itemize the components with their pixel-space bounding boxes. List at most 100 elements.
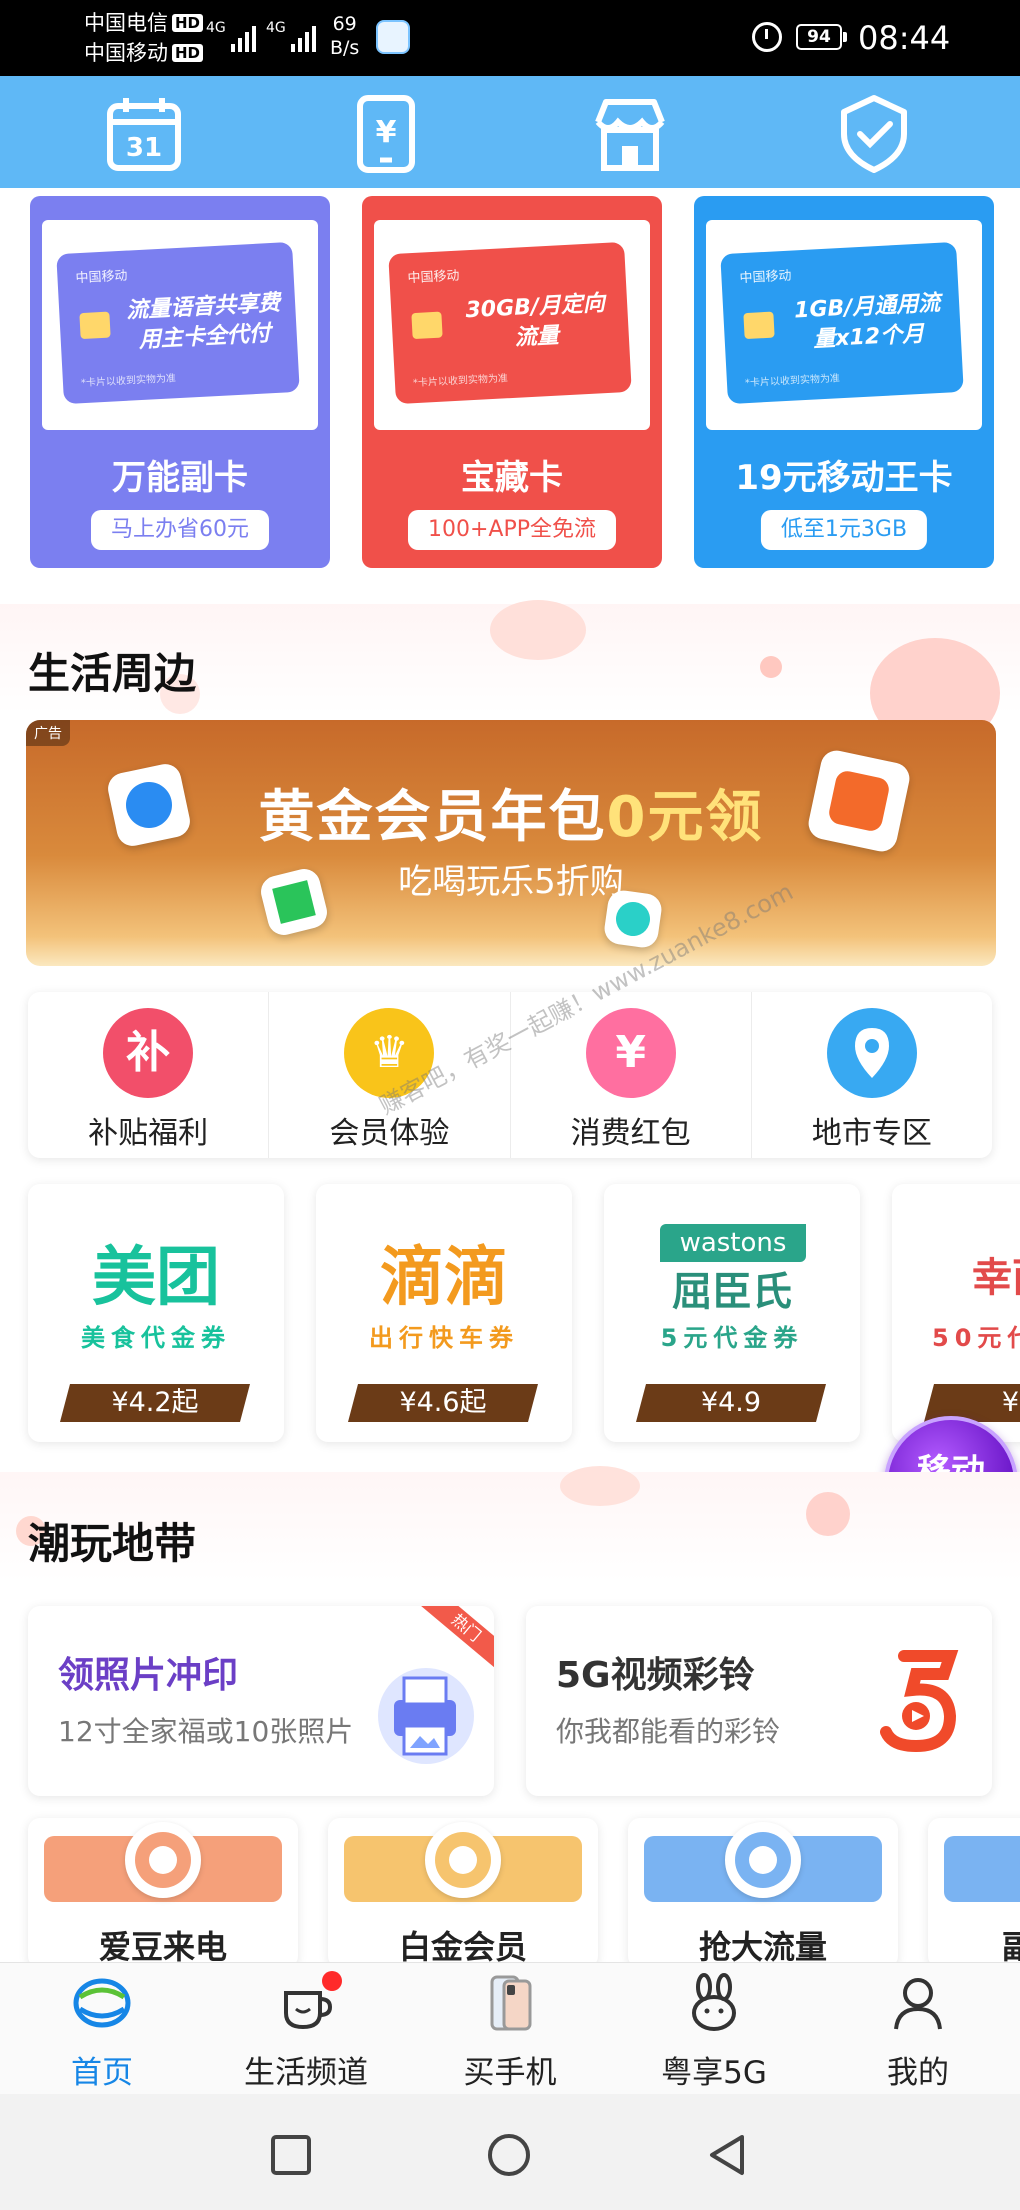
- member-tile-icon: [125, 1822, 201, 1898]
- category-label: 补贴福利: [88, 1116, 209, 1151]
- sim-card-text: 1GB/月通用流量x12个月: [793, 290, 941, 353]
- clock: 08:44: [858, 19, 951, 57]
- coupon-brand: 屈臣氏: [672, 1269, 792, 1315]
- bottom-tab-bar: 首页 生活频道 买手机 粤享5G 我的: [0, 1962, 1020, 2094]
- back-triangle-icon[interactable]: [704, 2132, 750, 2178]
- status-bar: 中国电信 HD 中国移动 HD 4G 4G 69 B/s 94 08:44: [0, 0, 1020, 76]
- tab-mine[interactable]: 我的: [816, 1963, 1020, 2094]
- 5g-ringtone-icon: [880, 1650, 959, 1753]
- section-title-life: 生活周边: [28, 649, 197, 698]
- notification-app-icon: [376, 20, 410, 54]
- coupon-brand: 滴滴: [380, 1241, 508, 1315]
- product-card-wangka[interactable]: 中国移动 1GB/月通用流量x12个月 *卡片以收到实物为准 19元移动王卡 低至1元3…: [694, 196, 994, 568]
- sim-chip-icon: [743, 311, 775, 340]
- member-tile-idol[interactable]: 爱豆来电: [28, 1818, 298, 1968]
- alarm-icon: [752, 22, 782, 52]
- product-pill[interactable]: 低至1元3GB: [760, 510, 928, 550]
- top-icon-bar: 31 ¥: [0, 76, 1020, 188]
- coupon-partial[interactable]: 幸西50元代¥4: [892, 1184, 1020, 1442]
- product-card-fuka[interactable]: 中国移动流量语音共享费用主卡全代付 *卡片以收到实物为准万能副卡马上办省60元: [30, 196, 330, 568]
- printer-icon: [378, 1668, 474, 1764]
- tab-label: 粤享5G: [661, 2055, 767, 2091]
- network-speed: 69 B/s: [330, 13, 360, 59]
- promo-title: 5G视频彩铃: [556, 1655, 755, 1696]
- product-card-baozang[interactable]: 中国移动 30GB/月定向流量 *卡片以收到实物为准宝藏卡 100+APP全免流: [362, 196, 662, 568]
- coupon-price: ¥4.9: [636, 1384, 826, 1422]
- member-tile-data[interactable]: 抢大流量: [628, 1818, 898, 1968]
- carrier-2: 中国移动 HD: [84, 40, 204, 66]
- coupon-brand: 幸西: [972, 1255, 1020, 1301]
- tab-buy-phone[interactable]: 买手机: [408, 1963, 612, 2094]
- tab-5g[interactable]: 粤享5G: [612, 1963, 816, 2094]
- sim-fine-print: *卡片以收到实物为准: [80, 373, 177, 390]
- gold-banner-title: 黄金会员年包0元领: [258, 785, 764, 850]
- video-ringtone-card[interactable]: 5G视频彩铃 你我都能看的彩铃: [526, 1606, 992, 1796]
- category-label: 消费红包: [570, 1116, 691, 1151]
- home-circle-icon[interactable]: [486, 2132, 532, 2178]
- brand-badge: wastons: [660, 1224, 806, 1262]
- calendar-icon[interactable]: 31: [104, 94, 184, 174]
- gold-member-banner[interactable]: 广告 黄金会员年包0元领 吃喝玩乐5折购: [26, 720, 996, 966]
- app-root: 中国电信 HD 中国移动 HD 4G 4G 69 B/s 94 08:44 31 ¥: [0, 0, 1020, 2210]
- section-title-trend: 潮玩地带: [28, 1519, 197, 1568]
- coupon-meituan[interactable]: 美团 美食代金券 ¥4.2起: [28, 1184, 284, 1442]
- battery-indicator: 94: [796, 24, 847, 50]
- user-icon: [886, 1973, 950, 2033]
- sim-card-text: 流量语音共享费用主卡全代付: [125, 290, 281, 354]
- photo-print-card[interactable]: 领照片冲印 12寸全家福或10张照片 热门: [28, 1606, 494, 1796]
- coupon-brand: 美团: [92, 1241, 220, 1315]
- ad-tag: 广告: [26, 720, 70, 746]
- tab-label: 首页: [71, 2055, 133, 2091]
- calendar-day: 31: [126, 133, 162, 163]
- sim-fine-print: *卡片以收到实物为准: [744, 373, 841, 390]
- sim-chip-icon: [411, 311, 443, 340]
- sim-chip-icon: [79, 311, 111, 340]
- sim-card-graphic: 中国移动 30GB/月定向流量 *卡片以收到实物为准: [388, 241, 632, 405]
- red-envelope-icon: ¥: [585, 1008, 676, 1098]
- badge-check-icon[interactable]: [834, 94, 914, 174]
- subsidy-icon: 补: [103, 1008, 194, 1098]
- coupon-desc: 50元代: [932, 1324, 1020, 1352]
- bunny-icon: [682, 1973, 746, 2033]
- notification-dot: [322, 1971, 342, 1991]
- category-local[interactable]: 地市专区: [750, 992, 992, 1158]
- product-title: 万能副卡: [112, 458, 248, 498]
- coupon-watsons[interactable]: wastons 屈臣氏 5元代金券 ¥4.9: [604, 1184, 860, 1442]
- tab-home[interactable]: 首页: [0, 1963, 204, 2094]
- tab-label: 我的: [887, 2055, 949, 2091]
- svg-text:¥: ¥: [376, 115, 397, 150]
- member-tile-icon: [425, 1822, 501, 1898]
- product-pill[interactable]: 马上办省60元: [91, 510, 269, 550]
- member-tile-partial[interactable]: 副: [928, 1818, 1020, 1968]
- system-nav-bar: [0, 2094, 1020, 2210]
- store-icon[interactable]: [590, 94, 670, 174]
- card-image: 中国移动流量语音共享费用主卡全代付 *卡片以收到实物为准: [42, 220, 318, 430]
- sim-brand: 中国移动: [407, 268, 460, 287]
- product-title: 19元移动王卡: [735, 458, 953, 498]
- member-tile-platinum[interactable]: 白金会员: [328, 1818, 598, 1968]
- recents-square-icon[interactable]: [268, 2132, 314, 2178]
- coupon-desc: 5元代金券: [660, 1324, 804, 1352]
- tab-label: 买手机: [463, 2055, 557, 2091]
- sim-brand: 中国移动: [739, 268, 792, 287]
- signal-2-icon: 4G: [266, 20, 316, 52]
- promo-title: 领照片冲印: [58, 1655, 239, 1696]
- tab-life[interactable]: 生活频道: [204, 1963, 408, 2094]
- sim-card-graphic: 中国移动 1GB/月通用流量x12个月 *卡片以收到实物为准: [720, 241, 964, 405]
- sim-fine-print: *卡片以收到实物为准: [412, 373, 509, 390]
- product-pill[interactable]: 100+APP全免流: [407, 510, 617, 550]
- coupon-didi[interactable]: 滴滴 出行快车券 ¥4.6起: [316, 1184, 572, 1442]
- category-label: 地市专区: [811, 1116, 932, 1151]
- phone-icon: [478, 1973, 542, 2033]
- coupon-price: ¥4.2起: [60, 1384, 250, 1422]
- yuan-phone-icon[interactable]: ¥: [346, 94, 426, 174]
- product-title: 宝藏卡: [461, 458, 563, 498]
- tab-label: 生活频道: [244, 2055, 368, 2091]
- promo-subtitle: 你我都能看的彩铃: [556, 1715, 781, 1748]
- category-subsidy[interactable]: 补补贴福利: [28, 992, 268, 1158]
- china-mobile-logo-icon: [70, 1973, 134, 2033]
- carrier-1: 中国电信 HD: [84, 10, 204, 36]
- sim-brand: 中国移动: [75, 268, 128, 287]
- sim-card-text: 30GB/月定向流量: [464, 291, 606, 351]
- card-image: 中国移动 30GB/月定向流量 *卡片以收到实物为准: [374, 220, 650, 430]
